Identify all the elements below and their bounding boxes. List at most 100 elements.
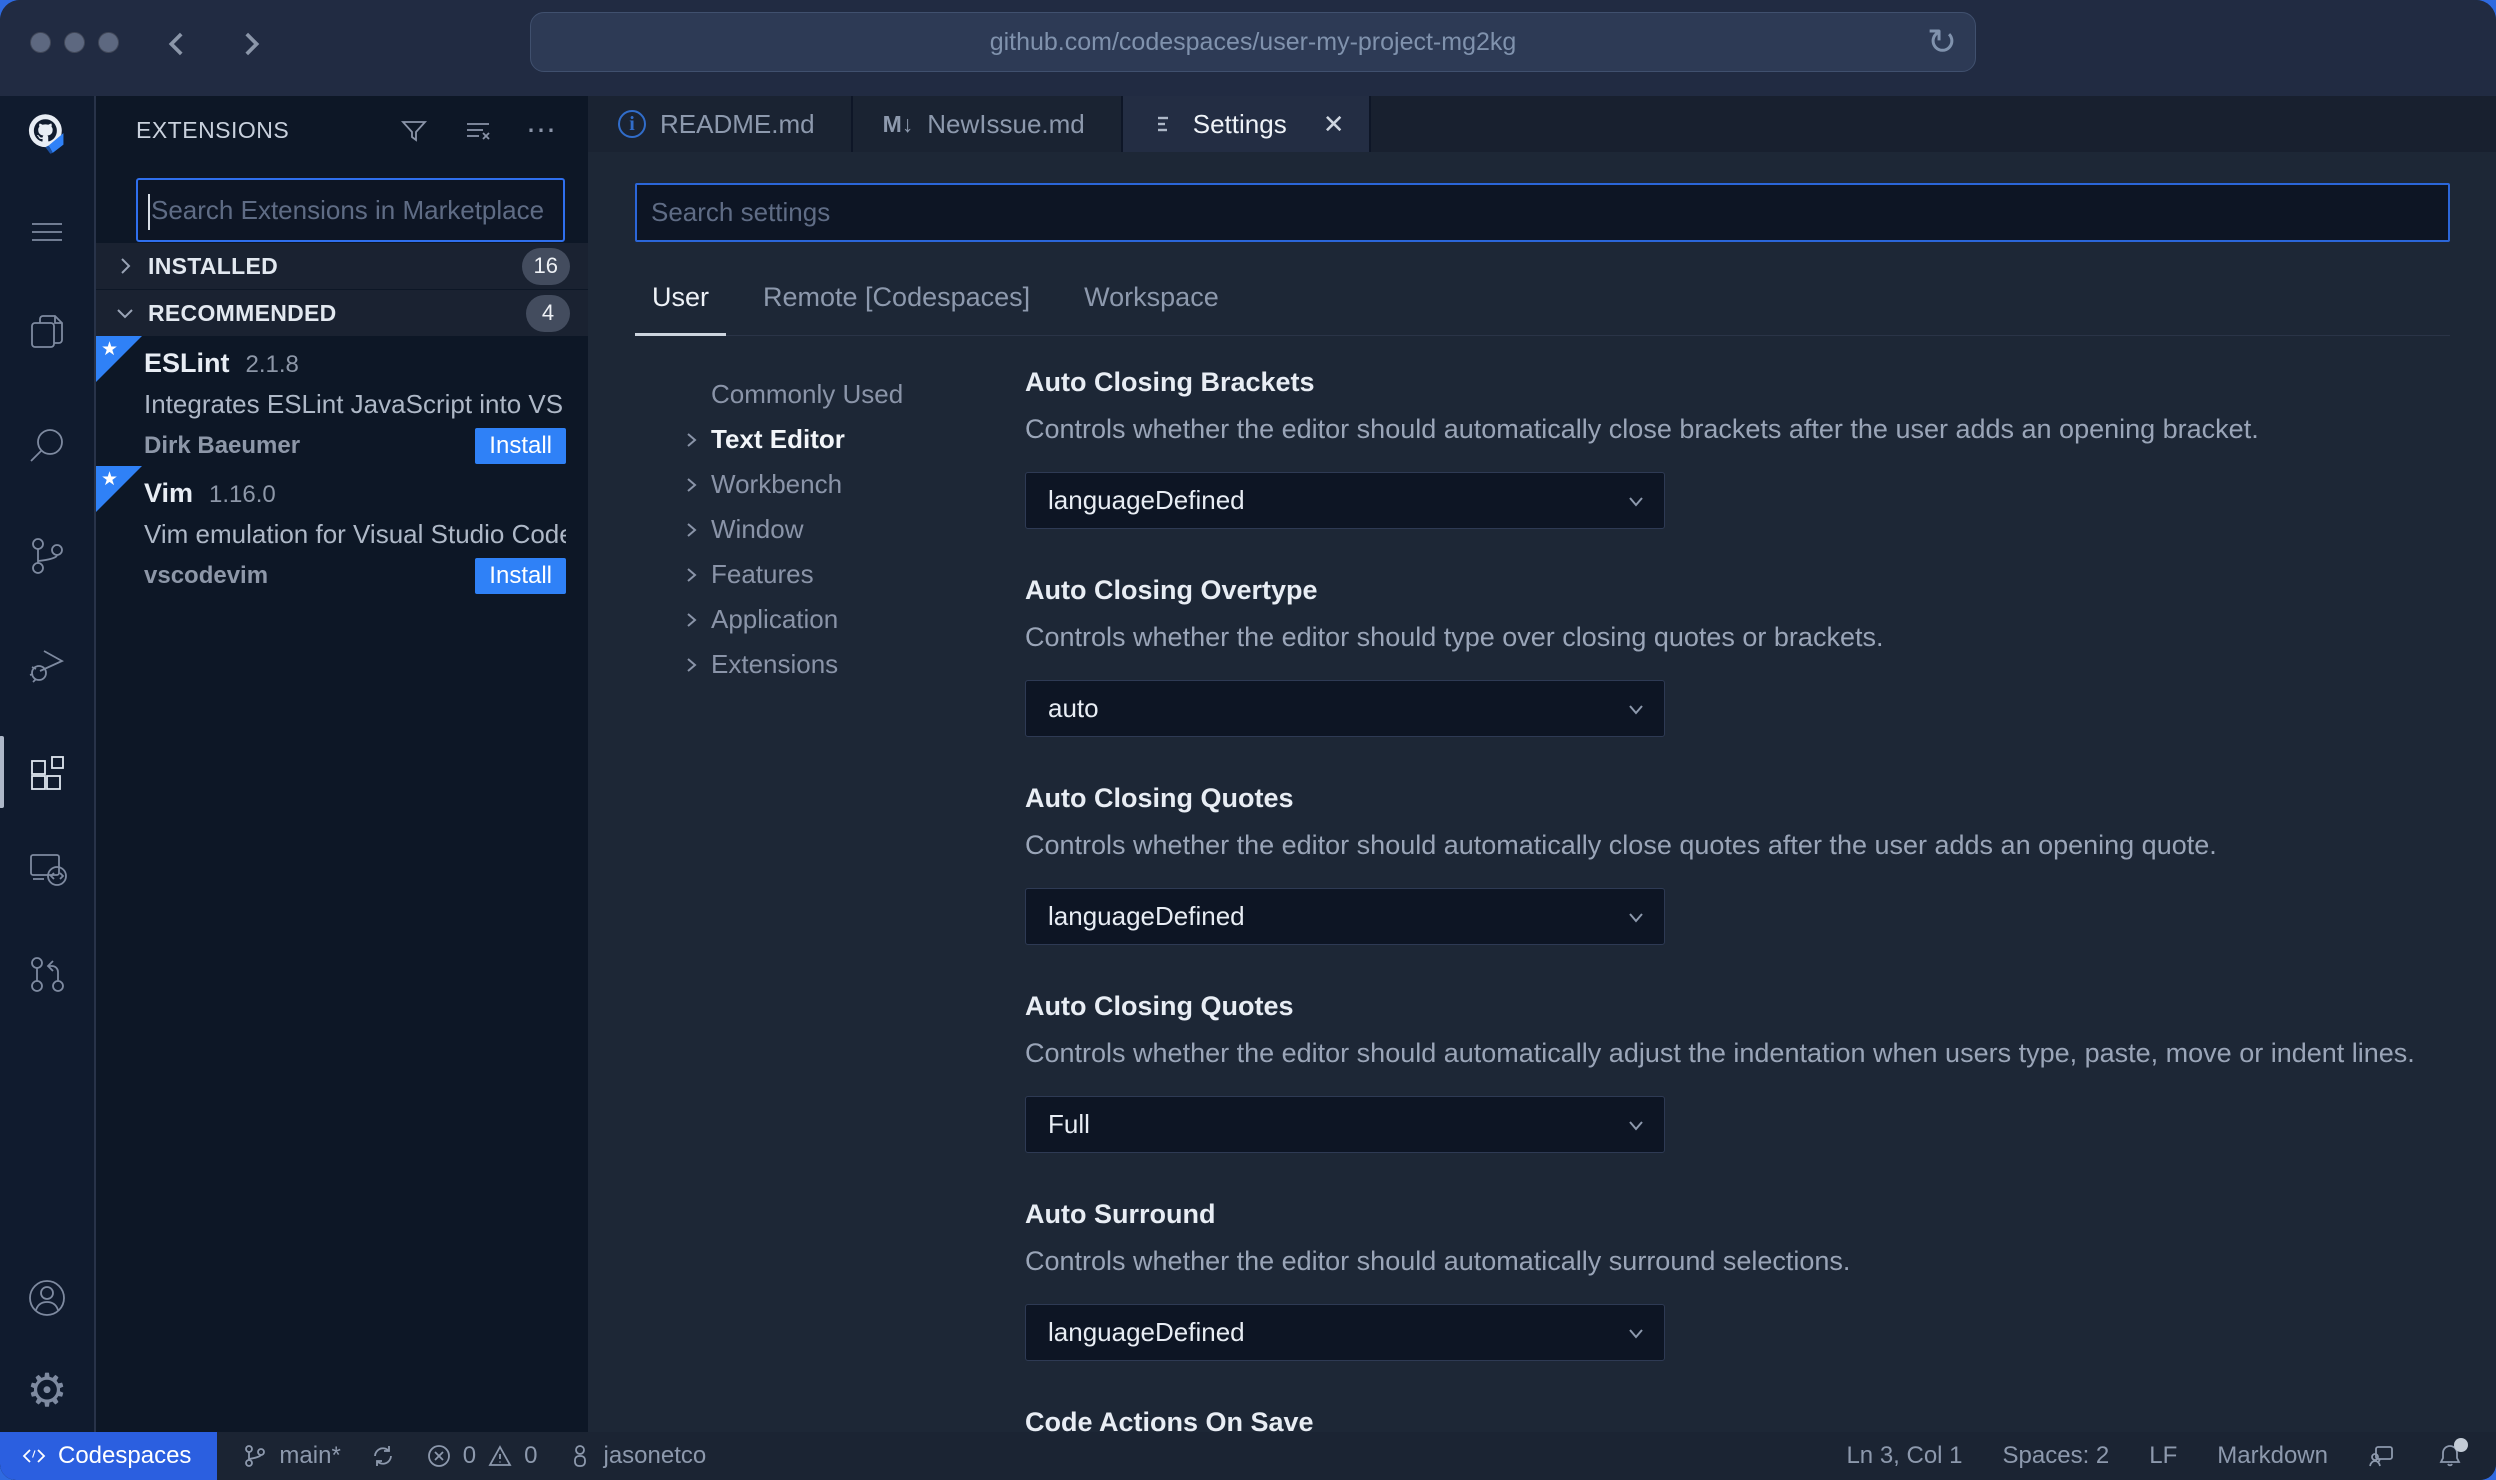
settings-search-box	[635, 183, 2450, 242]
address-bar[interactable]: github.com/codespaces/user-my-project-mg…	[530, 12, 1976, 72]
toc-window[interactable]: Window	[635, 507, 1025, 552]
pull-request-icon[interactable]	[21, 948, 73, 1000]
recommended-ribbon: ★	[96, 466, 142, 512]
tab-label: NewIssue.md	[927, 108, 1085, 139]
remote-explorer-icon[interactable]	[21, 842, 73, 894]
recommended-ribbon: ★	[96, 336, 142, 382]
feedback-button[interactable]	[2348, 1432, 2416, 1480]
setting-dropdown[interactable]: languageDefined	[1025, 888, 1665, 945]
chevron-down-icon	[1629, 1120, 1643, 1131]
installed-count-badge: 16	[521, 247, 570, 285]
close-icon[interactable]: ✕	[1323, 109, 1345, 140]
chevron-down-icon	[1629, 704, 1643, 715]
scope-tab-workspace[interactable]: Workspace	[1067, 264, 1236, 336]
settings-list-icon	[1153, 111, 1179, 137]
branch-indicator[interactable]: main*	[227, 1432, 354, 1480]
error-count: 0	[462, 1442, 477, 1469]
explorer-icon[interactable]	[21, 306, 73, 358]
chevron-right-icon	[687, 657, 697, 672]
forward-icon[interactable]	[234, 22, 268, 66]
settings-toc: Commonly Used Text Editor Workbench Wind…	[635, 336, 1025, 1432]
indentation-indicator[interactable]: Spaces: 2	[1983, 1432, 2130, 1480]
sync-button[interactable]	[355, 1432, 411, 1480]
extension-author: Dirk Baeumer	[144, 432, 301, 459]
section-recommended[interactable]: RECOMMENDED 4	[96, 290, 588, 336]
activity-bar: ⚙	[0, 96, 96, 1432]
clear-extensions-icon[interactable]	[462, 115, 494, 147]
install-button[interactable]: Install	[475, 428, 566, 464]
setting-title: Auto Closing Quotes	[1025, 991, 1294, 1021]
extension-version: 1.16.0	[209, 481, 276, 508]
chevron-right-icon	[687, 432, 697, 447]
tab-readme[interactable]: i README.md	[588, 96, 853, 152]
menu-icon[interactable]	[21, 206, 73, 258]
scope-tab-user[interactable]: User	[635, 264, 727, 336]
back-icon[interactable]	[160, 22, 194, 66]
source-control-icon[interactable]	[21, 530, 73, 582]
settings-editor: User Remote [Codespaces] Workspace Commo…	[588, 152, 2496, 1432]
setting-description: Controls whether the editor should type …	[1025, 622, 1884, 652]
problems-indicator[interactable]: 0 0	[411, 1432, 552, 1480]
extension-name: ESLint	[144, 348, 230, 378]
scope-tab-remote[interactable]: Remote [Codespaces]	[746, 264, 1047, 336]
extension-item-vim[interactable]: ★ Vim 1.16.0 Vim emulation for Visual St…	[96, 466, 588, 596]
extension-description: Integrates ESLint JavaScript into VS C..…	[144, 389, 566, 419]
minimize-window-button[interactable]	[64, 32, 85, 53]
setting-code-actions-on-save: Code Actions On Save	[1025, 1406, 2450, 1432]
extension-item-eslint[interactable]: ★ ESLint 2.1.8 Integrates ESLint JavaScr…	[96, 336, 588, 466]
extensions-panel: EXTENSIONS ⋯ INSTALLED 16 RECOMMENDED	[96, 96, 588, 1432]
toc-workbench[interactable]: Workbench	[635, 462, 1025, 507]
setting-title: Auto Closing Overtype	[1025, 575, 1318, 605]
setting-auto-closing-quotes-2: Auto Closing Quotes Controls whether the…	[1025, 990, 2450, 1153]
notifications-button[interactable]	[2416, 1432, 2484, 1480]
browser-window: github.com/codespaces/user-my-project-mg…	[0, 0, 2496, 1480]
extensions-search-input[interactable]	[138, 194, 563, 226]
search-icon[interactable]	[21, 420, 73, 472]
extension-version: 2.1.8	[245, 351, 299, 378]
notification-dot	[2454, 1438, 2468, 1452]
extension-description: Vim emulation for Visual Studio Code...	[144, 519, 566, 549]
url-text: github.com/codespaces/user-my-project-mg…	[989, 27, 1517, 56]
extension-author: vscodevim	[144, 562, 269, 589]
chevron-down-icon	[1629, 496, 1643, 507]
toc-text-editor[interactable]: Text Editor	[635, 417, 1025, 462]
warning-icon	[488, 1445, 512, 1466]
user-indicator[interactable]: jasonetco	[552, 1432, 721, 1480]
setting-title: Auto Closing Brackets	[1025, 367, 1315, 397]
settings-search-input[interactable]	[637, 197, 2448, 228]
tab-settings[interactable]: Settings ✕	[1122, 96, 1371, 152]
setting-dropdown[interactable]: Full	[1025, 1096, 1665, 1153]
close-window-button[interactable]	[30, 32, 51, 53]
chevron-right-icon	[687, 477, 697, 492]
setting-description: Controls whether the editor should autom…	[1025, 1038, 2415, 1068]
reload-icon[interactable]: ↻	[1927, 24, 1957, 60]
language-mode-indicator[interactable]: Markdown	[2197, 1432, 2348, 1480]
section-installed[interactable]: INSTALLED 16	[96, 243, 588, 289]
recommended-count-badge: 4	[526, 294, 570, 332]
extensions-icon[interactable]	[0, 736, 73, 808]
info-icon: i	[618, 110, 646, 138]
account-icon[interactable]	[21, 1272, 73, 1324]
tab-label: README.md	[660, 108, 815, 139]
cursor-position[interactable]: Ln 3, Col 1	[1826, 1432, 1982, 1480]
more-actions-icon[interactable]: ⋯	[526, 113, 558, 148]
toc-extensions[interactable]: Extensions	[635, 642, 1025, 687]
eol-indicator[interactable]: LF	[2129, 1432, 2197, 1480]
setting-dropdown[interactable]: languageDefined	[1025, 1304, 1665, 1361]
setting-dropdown[interactable]: auto	[1025, 680, 1665, 737]
toc-application[interactable]: Application	[635, 597, 1025, 642]
settings-gear-icon[interactable]: ⚙	[21, 1364, 73, 1416]
chevron-right-icon	[121, 258, 131, 274]
tab-newissue[interactable]: M↓ NewIssue.md	[852, 96, 1123, 152]
codespaces-remote-indicator[interactable]: Codespaces	[0, 1432, 218, 1480]
setting-dropdown[interactable]: languageDefined	[1025, 472, 1665, 529]
run-debug-icon[interactable]	[21, 638, 73, 690]
toc-features[interactable]: Features	[635, 552, 1025, 597]
filter-icon[interactable]	[398, 115, 430, 147]
github-vscode-logo	[21, 108, 73, 160]
extension-name: Vim	[144, 478, 194, 508]
toc-commonly-used[interactable]: Commonly Used	[635, 372, 1025, 417]
zoom-window-button[interactable]	[98, 32, 119, 53]
setting-description: Controls whether the editor should autom…	[1025, 1246, 1851, 1276]
install-button[interactable]: Install	[475, 558, 566, 594]
